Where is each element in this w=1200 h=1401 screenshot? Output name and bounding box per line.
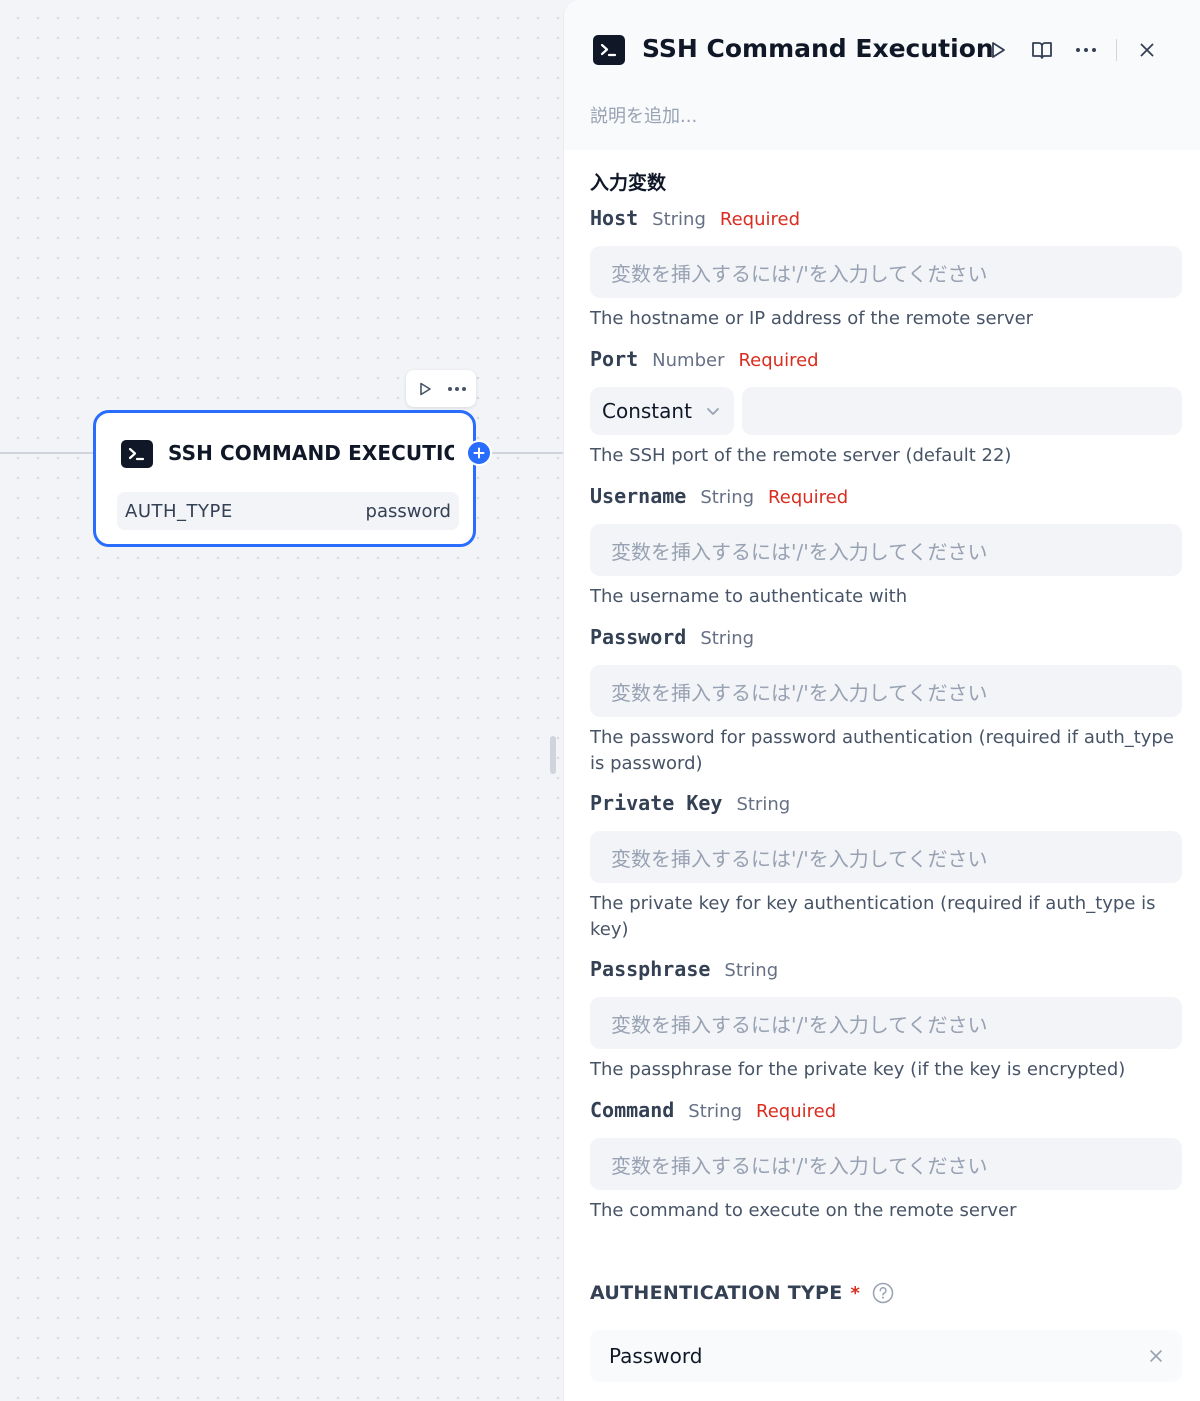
port-mode-select[interactable]: Constant [590, 387, 734, 435]
clear-icon[interactable] [1144, 1344, 1168, 1368]
required-badge: Required [768, 487, 849, 508]
field-name: Password [590, 625, 687, 649]
field-help: The hostname or IP address of the remote… [590, 308, 1034, 329]
auth-type-value: Password [609, 1344, 703, 1368]
panel-actions [982, 34, 1175, 66]
field-type: String [724, 960, 779, 981]
port-mode-value: Constant [602, 399, 692, 423]
header-divider [1116, 39, 1117, 61]
help-circle-icon[interactable] [872, 1282, 894, 1304]
terminal-icon [121, 440, 153, 468]
panel-body: 入力変数 Host String Required 変数を挿入するには'/'を入… [564, 150, 1200, 1401]
workflow-canvas[interactable]: SSH COMMAND EXECUTION AUTH_TYPE password [0, 0, 564, 1401]
field-passphrase: Passphrase String 変数を挿入するには'/'を入力してください … [590, 957, 1182, 1083]
field-name: Port [590, 347, 639, 371]
panel-header: SSH Command Execution 説明を追加... [564, 0, 1200, 150]
auth-type-select[interactable]: Password [590, 1330, 1182, 1382]
close-icon[interactable] [1131, 34, 1163, 66]
required-mark: * [850, 1282, 861, 1304]
field-type: String [736, 794, 791, 815]
host-input[interactable]: 変数を挿入するには'/'を入力してください [590, 246, 1182, 298]
field-help: The password for password authentication… [590, 727, 1174, 774]
field-name: Passphrase [590, 957, 711, 981]
port-value-input[interactable] [742, 387, 1182, 435]
panel-title: SSH Command Execution [642, 34, 994, 63]
more-icon[interactable] [446, 378, 468, 400]
field-help: The SSH port of the remote server (defau… [590, 445, 1012, 466]
password-input[interactable]: 変数を挿入するには'/'を入力してください [590, 665, 1182, 717]
field-name: Command [590, 1098, 675, 1122]
command-input[interactable]: 変数を挿入するには'/'を入力してください [590, 1138, 1182, 1190]
node-field-value: password [365, 500, 451, 522]
field-type: String [700, 487, 755, 508]
description-input[interactable]: 説明を追加... [590, 102, 697, 128]
field-username: Username String Required 変数を挿入するには'/'を入力… [590, 484, 1182, 610]
plus-icon [473, 447, 485, 459]
required-badge: Required [756, 1101, 837, 1122]
field-help: The private key for key authentication (… [590, 893, 1156, 940]
input-variables-heading: 入力変数 [590, 172, 667, 194]
node-auth-type-field: AUTH_TYPE password [117, 492, 459, 530]
auth-type-label: AUTHENTICATION TYPE [590, 1282, 843, 1304]
field-help: The command to execute on the remote ser… [590, 1200, 1017, 1221]
authentication-type-section: AUTHENTICATION TYPE * Password [590, 1282, 1182, 1382]
workflow-editor: SSH COMMAND EXECUTION AUTH_TYPE password… [0, 0, 1200, 1401]
field-help: The passphrase for the private key (if t… [590, 1059, 1126, 1080]
terminal-icon [593, 35, 625, 65]
required-badge: Required [738, 350, 819, 371]
node-settings-panel: SSH Command Execution 説明を追加... 入力変数 Host… [564, 0, 1200, 1401]
field-port: Port Number Required Constant The SSH po… [590, 347, 1182, 469]
field-name: Private Key [590, 791, 723, 815]
field-type: String [688, 1101, 743, 1122]
field-private-key: Private Key String 変数を挿入するには'/'を入力してください… [590, 791, 1182, 943]
private-key-input[interactable]: 変数を挿入するには'/'を入力してください [590, 831, 1182, 883]
field-type: String [700, 628, 755, 649]
more-icon[interactable] [1070, 34, 1102, 66]
field-help: The username to authenticate with [590, 586, 908, 607]
node-field-key: AUTH_TYPE [125, 500, 233, 522]
edge-incoming [0, 452, 93, 454]
field-host: Host String Required 変数を挿入するには'/'を入力してくだ… [590, 206, 1182, 332]
add-node-button[interactable] [466, 440, 492, 466]
node-title: SSH COMMAND EXECUTION [168, 441, 454, 465]
username-input[interactable]: 変数を挿入するには'/'を入力してください [590, 524, 1182, 576]
passphrase-input[interactable]: 変数を挿入するには'/'を入力してください [590, 997, 1182, 1049]
book-icon[interactable] [1026, 34, 1058, 66]
field-command: Command String Required 変数を挿入するには'/'を入力し… [590, 1098, 1182, 1224]
ssh-command-node[interactable]: SSH COMMAND EXECUTION AUTH_TYPE password [93, 410, 476, 547]
field-type: Number [652, 350, 725, 371]
field-type: String [652, 209, 706, 230]
required-badge: Required [719, 209, 801, 230]
chevron-down-icon [706, 406, 720, 416]
panel-resize-handle[interactable] [550, 736, 556, 774]
node-toolbar [406, 370, 476, 407]
field-name: Username [590, 484, 687, 508]
edge-outgoing [492, 452, 564, 454]
play-icon[interactable] [982, 34, 1014, 66]
play-icon[interactable] [414, 378, 436, 400]
field-name: Host [590, 206, 639, 230]
field-password: Password String 変数を挿入するには'/'を入力してください Th… [590, 625, 1182, 777]
